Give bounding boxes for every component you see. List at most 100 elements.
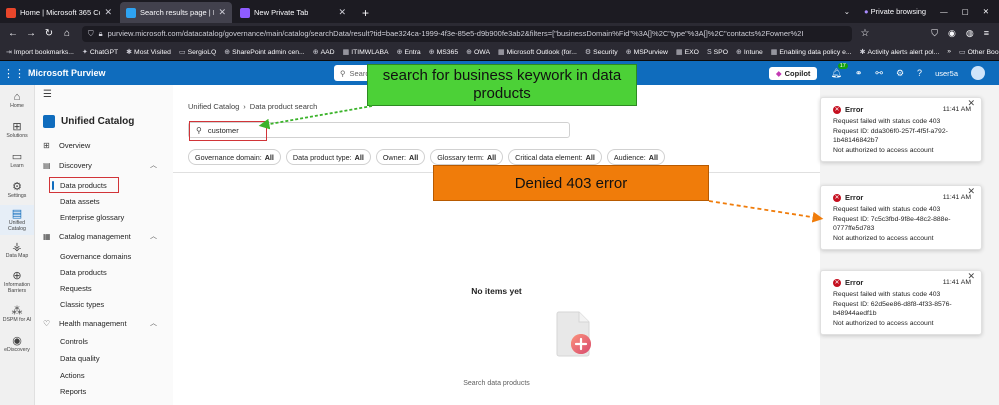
chevron-up-icon[interactable]: ︿ xyxy=(150,160,157,170)
home-icon[interactable]: ⌂ xyxy=(58,28,76,39)
reload-icon[interactable]: ↻ xyxy=(40,28,58,39)
filter-chip[interactable]: Owner: All xyxy=(375,149,426,165)
bookmark-item[interactable]: ▦ ITIMWLABA xyxy=(343,48,389,57)
more-bookmarks-chevron-icon[interactable]: » xyxy=(947,48,951,56)
avatar[interactable] xyxy=(971,66,985,80)
bookmark-item[interactable]: ▦ Microsoft Outlook (for... xyxy=(498,48,577,57)
sidenav-item[interactable]: ♡ Health management ︿ xyxy=(35,315,173,331)
rail-item[interactable]: ⁂ DSPM for AI xyxy=(0,299,34,329)
close-icon[interactable]: ✕ xyxy=(967,98,975,108)
account-icon[interactable]: ◍ xyxy=(966,28,974,39)
bookmark-item[interactable]: ▦ EXO xyxy=(676,48,699,57)
close-tab-icon[interactable]: ✕ xyxy=(338,7,346,18)
error-icon: ✕ xyxy=(833,105,841,114)
browser-tab-private[interactable]: New Private Tab ✕ xyxy=(234,2,352,23)
app-launcher-waffle-icon[interactable]: ⋮⋮ xyxy=(0,67,28,80)
bookmark-item[interactable]: ✱ Activity alerts alert pol... xyxy=(859,48,940,57)
bookmark-item[interactable]: ▦ Enabling data policy e... xyxy=(771,48,852,57)
browser-tab-search-results[interactable]: Search results page | Microsoft ✕ xyxy=(120,2,232,23)
bookmark-item[interactable]: ⊕ AAD xyxy=(313,48,335,57)
bookmark-icon: ⊕ xyxy=(735,49,742,56)
filter-chip[interactable]: Glossary term: All xyxy=(430,149,504,165)
sidenav-item[interactable]: ▦ Catalog management ︿ xyxy=(35,228,173,244)
hamburger-menu-icon[interactable]: ☰ xyxy=(43,89,52,100)
sidenav-item[interactable]: Data assets xyxy=(35,193,173,209)
bookmark-item[interactable]: ⊕ Entra xyxy=(397,48,421,57)
error-icon: ✕ xyxy=(833,278,841,287)
sidenav-item[interactable]: Controls xyxy=(35,333,173,349)
rail-item[interactable]: ⊞ Solutions xyxy=(0,115,34,145)
back-arrow-icon[interactable]: ← xyxy=(4,28,22,39)
rail-item[interactable]: ⊕ Information Barriers xyxy=(0,265,34,299)
sidenav-item[interactable]: Data products xyxy=(49,177,119,193)
notifications-button[interactable]: 🔔︎ 17 xyxy=(830,62,848,79)
rail-item[interactable]: ⚙ Settings xyxy=(0,175,34,205)
filter-chip[interactable]: Governance domain: All xyxy=(188,149,281,165)
bookmark-item[interactable]: S SPO xyxy=(707,49,728,56)
close-tab-icon[interactable]: ✕ xyxy=(218,7,226,18)
sidenav-item[interactable]: Classic types xyxy=(35,296,173,312)
bookmark-star-icon[interactable]: ☆ xyxy=(856,28,874,39)
connection-icon[interactable]: ⚭ xyxy=(855,68,863,79)
list-tabs-chevron-icon[interactable]: ⌄ xyxy=(844,7,850,16)
rail-item[interactable]: ⌂ Home xyxy=(0,85,34,115)
filter-chip[interactable]: Audience: All xyxy=(606,149,665,165)
share-icon[interactable]: ⚯ xyxy=(875,68,883,79)
bookmark-item[interactable]: ⚙ Security xyxy=(585,48,618,57)
bookmark-item[interactable]: ⊕ MS365 xyxy=(429,48,458,57)
sidenav-item[interactable]: ▤ Discovery ︿ xyxy=(35,157,173,173)
bookmark-item[interactable]: ⊕ MSPurview xyxy=(626,48,668,57)
empty-state-title: No items yet xyxy=(471,286,522,296)
menu-icon[interactable]: ≡ xyxy=(984,28,989,39)
chevron-up-icon[interactable]: ︿ xyxy=(150,231,157,241)
rail-item[interactable]: ◉ eDiscovery xyxy=(0,329,34,359)
other-bookmarks[interactable]: ▭Other Bookmarks xyxy=(959,48,999,57)
copilot-button[interactable]: ◆ Copilot xyxy=(768,66,818,80)
bookmark-item[interactable]: ▭ SergioLQ xyxy=(179,48,216,57)
folder-icon: ▭ xyxy=(959,49,966,56)
bookmark-item[interactable]: ⊕ SharePoint admin cen... xyxy=(224,48,304,57)
close-window-icon[interactable]: ✕ xyxy=(983,7,989,16)
bookmark-item[interactable]: ✦ ChatGPT xyxy=(82,48,118,57)
close-icon[interactable]: ✕ xyxy=(967,271,975,281)
new-tab-button[interactable]: + xyxy=(354,2,377,23)
rail-item[interactable]: ⚶ Data Map xyxy=(0,235,34,265)
bookmark-item[interactable]: ✱ Most Visited xyxy=(126,48,171,57)
filter-chip[interactable]: Data product type: All xyxy=(285,149,371,165)
empty-state-illustration-icon xyxy=(556,311,591,357)
browser-tab-m365[interactable]: Home | Microsoft 365 Copilot ✕ xyxy=(0,2,118,23)
sidenav-item[interactable]: ⊞ Overview xyxy=(35,137,173,153)
chevron-up-icon[interactable]: ︿ xyxy=(150,318,157,328)
bookmark-icon: ✱ xyxy=(126,49,133,56)
rail-icon: ⁂ xyxy=(11,305,23,317)
bookmark-icon: ✱ xyxy=(859,49,866,56)
bookmark-item[interactable]: ⇥ Import bookmarks... xyxy=(6,48,74,57)
sidenav-item[interactable]: Requests xyxy=(35,280,173,296)
forward-arrow-icon[interactable]: → xyxy=(22,28,40,39)
breadcrumb-unified-catalog[interactable]: Unified Catalog xyxy=(188,102,239,111)
minimize-window-icon[interactable]: — xyxy=(940,7,948,16)
data-product-search-field[interactable]: ⚲ xyxy=(188,121,570,141)
private-browsing-indicator: ● Private browsing xyxy=(864,7,927,16)
close-tab-icon[interactable]: ✕ xyxy=(104,7,112,18)
bookmark-item[interactable]: ⊕ OWA xyxy=(466,48,490,57)
sidenav-item[interactable]: Enterprise glossary xyxy=(35,209,173,225)
close-icon[interactable]: ✕ xyxy=(967,186,975,196)
rail-item[interactable]: ▤ Unified Catalog xyxy=(0,205,34,235)
sidenav-item[interactable]: Governance domains xyxy=(35,248,173,264)
address-bar[interactable]: ⛉ 🔒︎ purview.microsoft.com/datacatalog/g… xyxy=(82,25,852,42)
help-icon[interactable]: ? xyxy=(917,68,922,78)
bookmark-item[interactable]: ⊕ Intune xyxy=(735,48,763,57)
maximize-window-icon[interactable]: ▢ xyxy=(962,7,969,16)
extension-icon[interactable]: ◉ xyxy=(948,28,956,39)
sidenav-item[interactable]: Data quality xyxy=(35,350,173,366)
search-highlight-box xyxy=(189,121,267,141)
rail-item[interactable]: ▭ Learn xyxy=(0,145,34,175)
filter-chip[interactable]: Critical data element: All xyxy=(508,149,602,165)
sidenav-item[interactable]: Reports xyxy=(35,383,173,399)
pocket-icon[interactable]: ⛉ xyxy=(931,28,938,39)
sidenav-item[interactable]: Data products xyxy=(35,264,173,280)
user-name[interactable]: user5a xyxy=(935,69,958,78)
gear-icon[interactable]: ⚙ xyxy=(896,68,904,79)
sidenav-item[interactable]: Actions xyxy=(35,367,173,383)
